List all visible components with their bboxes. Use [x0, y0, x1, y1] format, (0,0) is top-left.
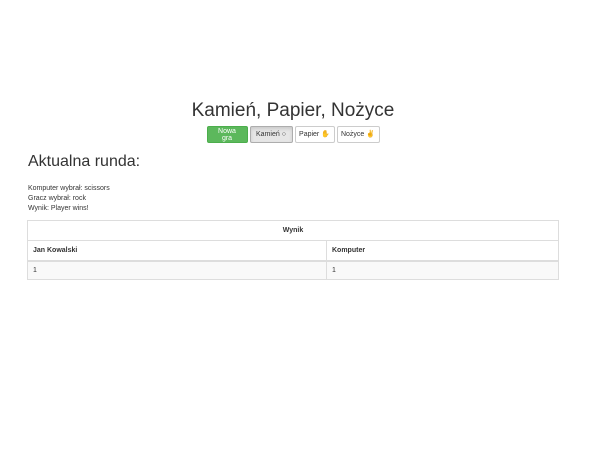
round-heading: Aktualna runda: — [28, 153, 141, 170]
new-game-label: Nowa gra — [218, 127, 236, 142]
hand-scissors-icon: ✌ — [366, 131, 376, 138]
computer-choice-text: Komputer wybrał: scissors — [28, 185, 110, 192]
round-info: Komputer wybrał: scissors Gracz wybrał: … — [28, 184, 110, 214]
rock-label: Kamień — [256, 131, 280, 138]
hand-rock-icon: ○ — [281, 131, 286, 138]
score-caption: Wynik — [27, 220, 559, 241]
round-result-text: Wynik: Player wins! — [28, 205, 89, 212]
page: Kamień, Papier, Nożyce Nowa gra Kamień ○… — [0, 0, 600, 450]
page-title: Kamień, Papier, Nożyce — [191, 100, 395, 121]
player-choice-text: Gracz wybrał: rock — [28, 195, 86, 202]
rock-button[interactable]: Kamień ○ — [249, 126, 293, 143]
paper-button[interactable]: Papier ✋ — [294, 126, 335, 143]
computer-score-cell: 1 — [326, 260, 559, 280]
scissors-label: Nożyce — [340, 131, 365, 138]
player-column-header: Jan Kowalski — [27, 240, 327, 262]
hand-paper-icon: ✋ — [321, 131, 330, 138]
computer-column-header: Komputer — [326, 240, 559, 262]
player-score-cell: 1 — [27, 260, 327, 280]
paper-label: Papier — [299, 131, 320, 138]
table-row: 1 1 — [27, 260, 559, 280]
score-caption-row: Wynik — [27, 220, 559, 241]
new-game-button[interactable]: Nowa gra — [206, 126, 248, 143]
game-toolbar: Nowa gra Kamień ○ Papier ✋ Nożyce ✌ — [0, 126, 586, 143]
score-header-row: Jan Kowalski Komputer — [27, 240, 559, 262]
score-table: Wynik Jan Kowalski Komputer 1 1 — [27, 220, 559, 280]
scissors-button[interactable]: Nożyce ✌ — [336, 126, 380, 143]
